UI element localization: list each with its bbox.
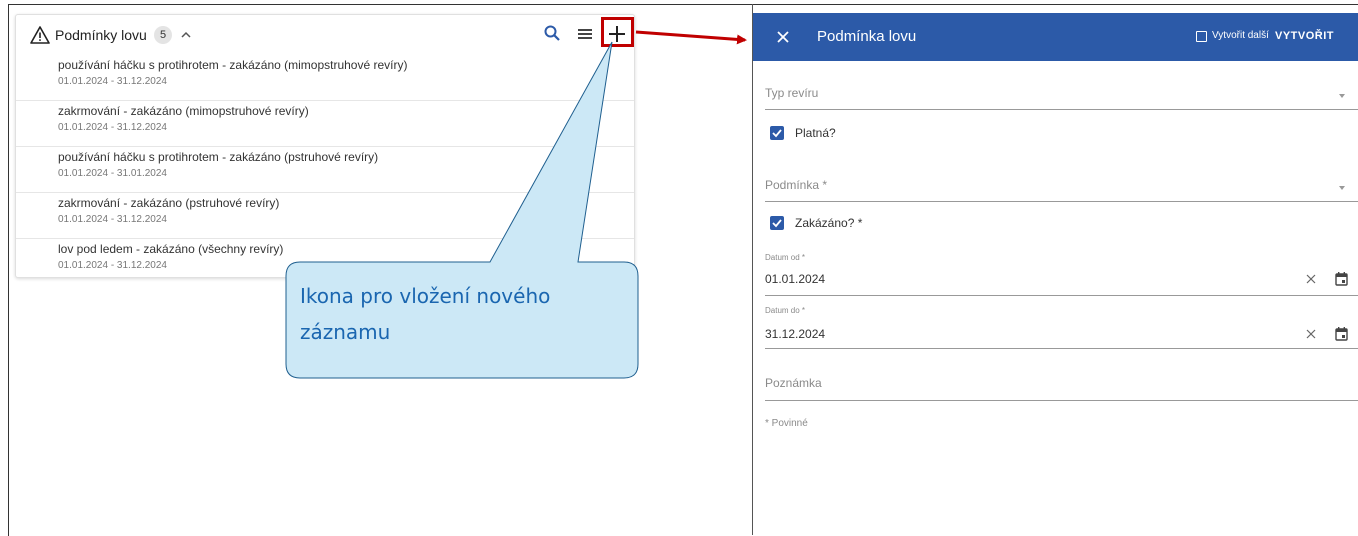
create-button[interactable]: VYTVOŘIT	[1275, 27, 1334, 45]
list-item[interactable]: zakrmování - zakázáno (pstruhové revíry)…	[16, 193, 634, 239]
podminka-underline	[765, 201, 1358, 202]
chevron-down-icon[interactable]	[1339, 186, 1345, 190]
create-another-checkbox[interactable]	[1196, 31, 1207, 42]
datum-do-input[interactable]: 31.12.2024	[765, 327, 825, 341]
datum-od-underline	[765, 295, 1358, 296]
clear-icon[interactable]	[1305, 273, 1317, 285]
item-dates: 01.01.2024 - 31.12.2024	[58, 214, 167, 225]
poznamka-field[interactable]: Poznámka	[765, 376, 822, 390]
item-dates: 01.01.2024 - 31.12.2024	[58, 76, 167, 87]
datum-do-label: Datum do *	[765, 306, 806, 315]
chevron-up-icon[interactable]	[179, 28, 193, 42]
close-icon[interactable]	[775, 29, 791, 45]
conditions-list: používání háčku s protihrotem - zakázáno…	[16, 55, 634, 284]
item-dates: 01.01.2024 - 31.01.2024	[58, 168, 167, 179]
panel-title: Podmínka lovu	[817, 28, 917, 45]
zakazano-label: Zakázáno? *	[795, 216, 863, 230]
datum-od-input[interactable]: 01.01.2024	[765, 272, 825, 286]
platna-checkbox[interactable]	[770, 126, 784, 140]
menu-icon[interactable]	[576, 25, 594, 43]
item-title: lov pod ledem - zakázáno (všechny revíry…	[58, 242, 284, 256]
list-item[interactable]: používání háčku s protihrotem - zakázáno…	[16, 55, 634, 101]
search-icon[interactable]	[543, 24, 561, 42]
card-title: Podmínky lovu	[55, 27, 147, 43]
zakazano-checkbox[interactable]	[770, 216, 784, 230]
platna-label: Platná?	[795, 126, 836, 140]
conditions-card: Podmínky lovu 5 používání háčku s protih…	[15, 14, 635, 278]
datum-od-label: Datum od *	[765, 253, 806, 262]
clear-icon[interactable]	[1305, 328, 1317, 340]
add-icon-highlight	[601, 17, 634, 47]
item-title: používání háčku s protihrotem - zakázáno…	[58, 150, 379, 164]
item-title: zakrmování - zakázáno (mimopstruhové rev…	[58, 104, 309, 118]
typ-reviru-underline	[765, 109, 1358, 110]
callout-line1: Ikona pro vložení nového	[300, 284, 551, 308]
item-dates: 01.01.2024 - 31.12.2024	[58, 260, 167, 271]
calendar-icon[interactable]	[1335, 272, 1348, 286]
poznamka-underline	[765, 400, 1358, 401]
chevron-down-icon[interactable]	[1339, 94, 1345, 98]
card-header: Podmínky lovu 5	[16, 15, 634, 55]
create-another-label[interactable]: Vytvořit další	[1212, 29, 1269, 43]
typ-reviru-field[interactable]: Typ revíru	[765, 86, 818, 100]
count-badge: 5	[154, 26, 172, 44]
calendar-icon[interactable]	[1335, 327, 1348, 341]
list-item[interactable]: zakrmování - zakázáno (mimopstruhové rev…	[16, 101, 634, 147]
datum-do-underline	[765, 348, 1358, 349]
callout-line2: záznamu	[300, 320, 391, 344]
pane-divider	[752, 4, 753, 535]
item-dates: 01.01.2024 - 31.12.2024	[58, 122, 167, 133]
podminka-field[interactable]: Podmínka *	[765, 178, 827, 192]
warning-icon	[30, 26, 50, 44]
callout-text: Ikona pro vložení nového záznamu	[300, 278, 620, 350]
item-title: používání háčku s protihrotem - zakázáno…	[58, 58, 408, 72]
required-note: * Povinné	[765, 418, 808, 429]
list-item[interactable]: používání háčku s protihrotem - zakázáno…	[16, 147, 634, 193]
item-title: zakrmování - zakázáno (pstruhové revíry)	[58, 196, 280, 210]
